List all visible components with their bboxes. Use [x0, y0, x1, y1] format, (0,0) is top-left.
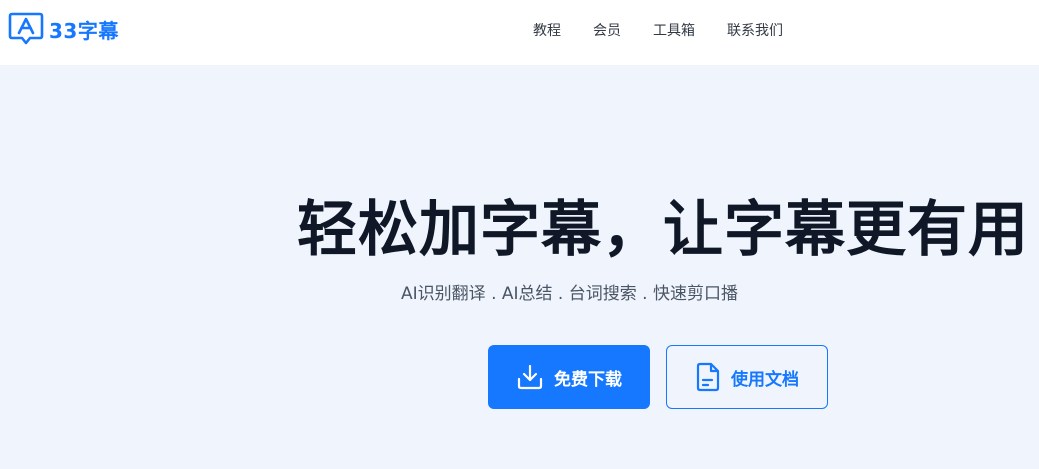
nav-item-membership[interactable]: 会员	[593, 20, 621, 40]
main-nav: 教程 会员 工具箱 联系我们	[0, 0, 1039, 58]
docs-button-label: 使用文档	[731, 369, 799, 390]
nav-item-tutorial[interactable]: 教程	[533, 20, 561, 40]
download-button[interactable]: 免费下载	[488, 345, 650, 409]
document-icon	[695, 362, 721, 392]
hero-subtitle: AI识别翻译 . AI总结 . 台词搜索 . 快速剪口播	[401, 284, 738, 304]
top-header: 33字幕 教程 会员 工具箱 联系我们	[0, 0, 1039, 65]
hero-title: 轻松加字幕，让字幕更有用	[297, 195, 1029, 265]
nav-item-toolbox[interactable]: 工具箱	[653, 20, 695, 40]
download-icon	[516, 363, 544, 391]
nav-item-contact[interactable]: 联系我们	[727, 20, 783, 40]
docs-button[interactable]: 使用文档	[666, 345, 828, 409]
download-button-label: 免费下载	[554, 369, 622, 390]
